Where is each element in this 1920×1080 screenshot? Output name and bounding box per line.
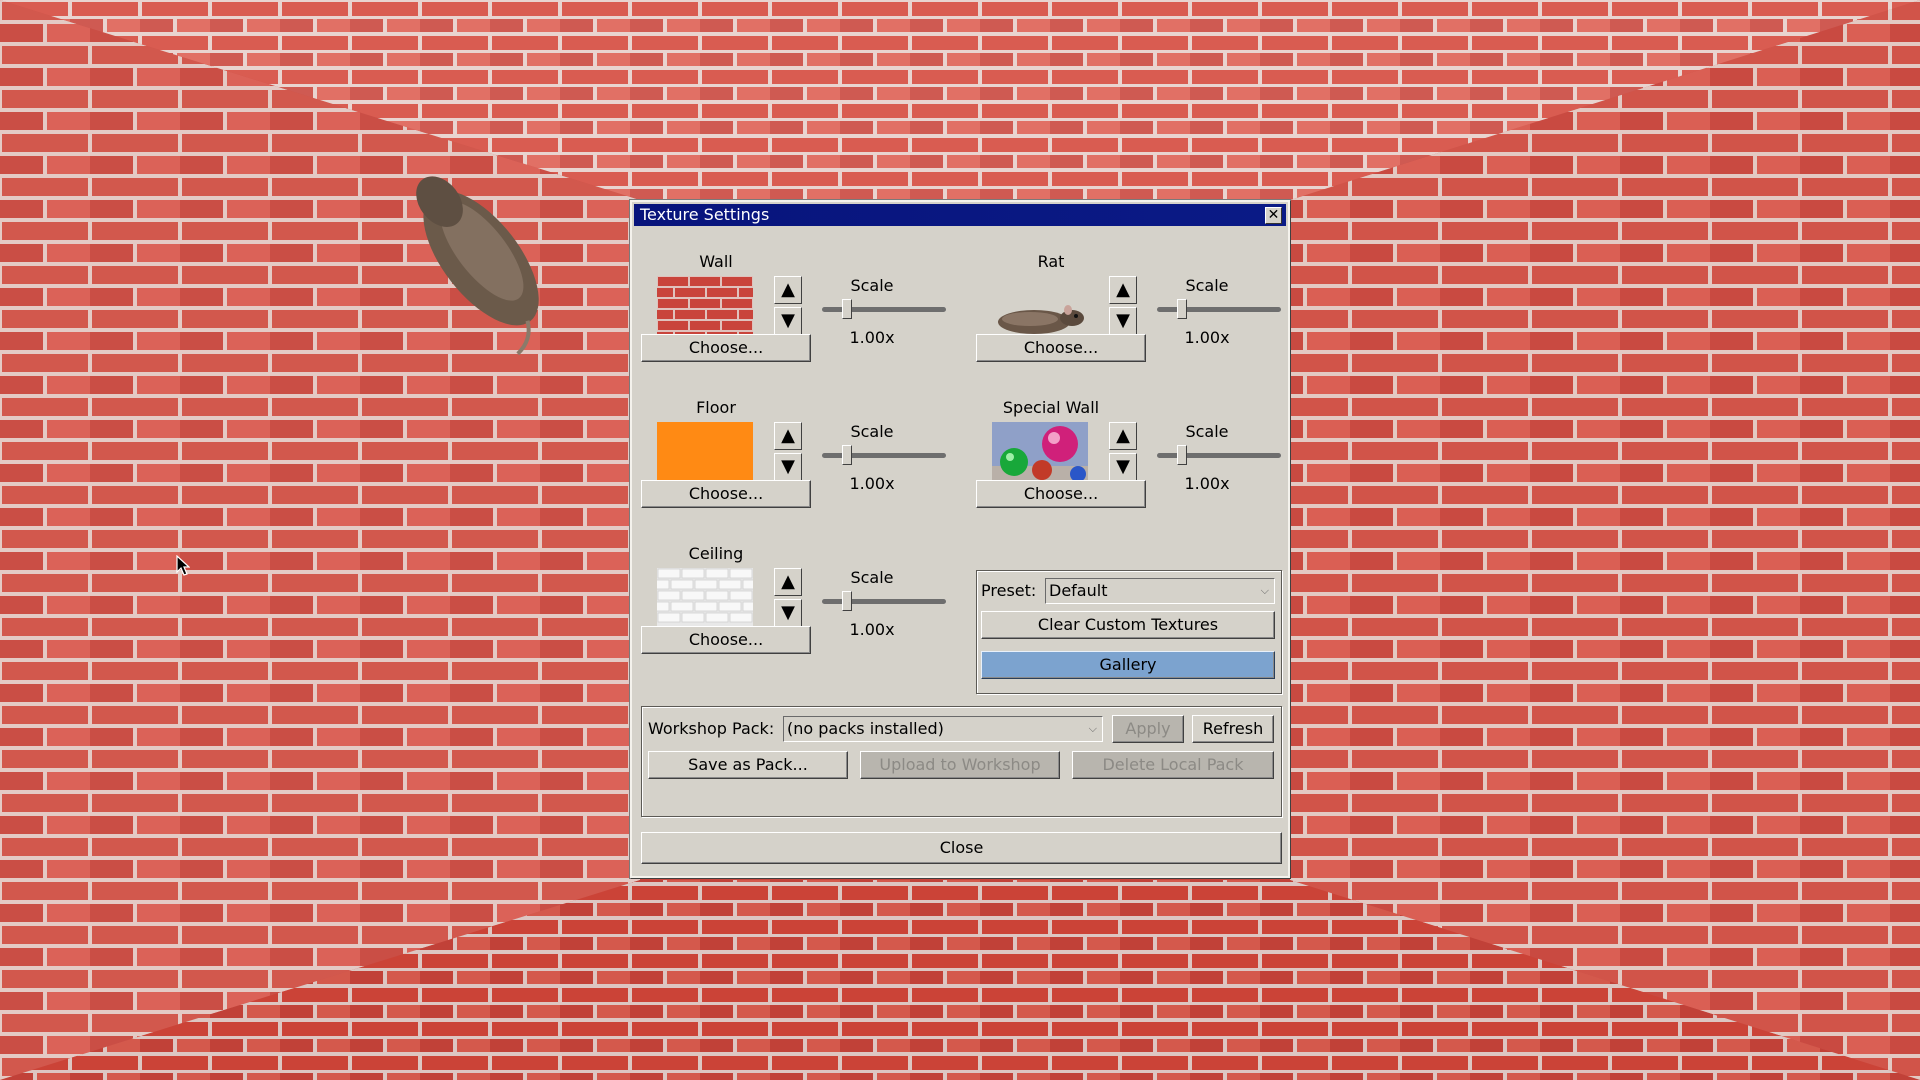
clear-custom-textures-button[interactable]: Clear Custom Textures xyxy=(981,611,1275,639)
dialog-titlebar[interactable]: Texture Settings ✕ xyxy=(634,204,1286,226)
slider-thumb[interactable] xyxy=(842,591,852,611)
wall-texture-preview xyxy=(657,276,753,340)
floor-label: Floor xyxy=(696,398,736,417)
refresh-button[interactable]: Refresh xyxy=(1192,715,1274,743)
rat-label: Rat xyxy=(1037,252,1065,271)
rat-scale-slider[interactable] xyxy=(1157,299,1281,319)
ceiling-choose-button[interactable]: Choose... xyxy=(641,626,811,654)
special-wall-move-down-button[interactable]: ▼ xyxy=(1109,453,1137,481)
wall-move-up-button[interactable]: ▲ xyxy=(774,276,802,304)
floor-scale-value: 1.00x xyxy=(849,474,895,493)
texture-settings-dialog: Texture Settings ✕ Wall ▲ ▼ Scale 1.00x … xyxy=(630,200,1290,878)
ceiling-scale-label: Scale xyxy=(850,568,894,587)
slider-track xyxy=(822,307,946,312)
workshop-group: Workshop Pack: (no packs installed) ⌵ Ap… xyxy=(641,706,1282,817)
rat-move-up-button[interactable]: ▲ xyxy=(1109,276,1137,304)
close-icon[interactable]: ✕ xyxy=(1265,207,1282,224)
wall-label: Wall xyxy=(699,252,733,271)
apply-button[interactable]: Apply xyxy=(1112,715,1184,743)
slider-thumb[interactable] xyxy=(842,445,852,465)
workshop-pack-dropdown[interactable]: (no packs installed) ⌵ xyxy=(783,716,1103,742)
rat-scale-label: Scale xyxy=(1185,276,1229,295)
chevron-down-icon: ⌵ xyxy=(1088,722,1097,735)
delete-local-pack-button[interactable]: Delete Local Pack xyxy=(1072,751,1274,779)
slider-thumb[interactable] xyxy=(1177,299,1187,319)
dialog-title: Texture Settings xyxy=(640,205,770,224)
floor-scale-slider[interactable] xyxy=(822,445,946,465)
preset-label: Preset: xyxy=(981,581,1037,600)
chevron-down-icon: ⌵ xyxy=(1260,584,1269,597)
slider-track xyxy=(1157,307,1281,312)
floor-texture-preview xyxy=(657,422,753,486)
ceiling-texture-preview xyxy=(657,568,753,632)
floor-choose-button[interactable]: Choose... xyxy=(641,480,811,508)
slider-track xyxy=(1157,453,1281,458)
slider-thumb[interactable] xyxy=(842,299,852,319)
special-wall-move-up-button[interactable]: ▲ xyxy=(1109,422,1137,450)
ceiling-move-down-button[interactable]: ▼ xyxy=(774,599,802,627)
special-wall-scale-slider[interactable] xyxy=(1157,445,1281,465)
workshop-pack-label: Workshop Pack: xyxy=(648,719,775,738)
rat-choose-button[interactable]: Choose... xyxy=(976,334,1146,362)
ceiling-scale-value: 1.00x xyxy=(849,620,895,639)
preset-group: Preset: Default ⌵ Clear Custom Textures … xyxy=(976,570,1282,694)
preset-value: Default xyxy=(1049,581,1108,600)
floor-move-up-button[interactable]: ▲ xyxy=(774,422,802,450)
special-wall-label: Special Wall xyxy=(1002,398,1100,417)
preset-dropdown[interactable]: Default ⌵ xyxy=(1045,578,1275,604)
save-as-pack-button[interactable]: Save as Pack... xyxy=(648,751,848,779)
special-wall-choose-button[interactable]: Choose... xyxy=(976,480,1146,508)
special-wall-scale-value: 1.00x xyxy=(1184,474,1230,493)
wall-move-down-button[interactable]: ▼ xyxy=(774,307,802,335)
close-button[interactable]: Close xyxy=(641,832,1282,864)
special-wall-scale-label: Scale xyxy=(1185,422,1229,441)
arrow-cursor-icon xyxy=(176,555,190,576)
floor-move-down-button[interactable]: ▼ xyxy=(774,453,802,481)
ceiling-label: Ceiling xyxy=(688,544,744,563)
rat-move-down-button[interactable]: ▼ xyxy=(1109,307,1137,335)
wall-scale-slider[interactable] xyxy=(822,299,946,319)
slider-track xyxy=(822,599,946,604)
ceiling-scale-slider[interactable] xyxy=(822,591,946,611)
wall-scale-label: Scale xyxy=(850,276,894,295)
special-wall-texture-preview xyxy=(992,422,1088,486)
workshop-pack-value: (no packs installed) xyxy=(787,719,944,738)
floor-scale-label: Scale xyxy=(850,422,894,441)
rat-scale-value: 1.00x xyxy=(1184,328,1230,347)
slider-track xyxy=(822,453,946,458)
gallery-button[interactable]: Gallery xyxy=(981,651,1275,679)
ceiling-move-up-button[interactable]: ▲ xyxy=(774,568,802,596)
wall-choose-button[interactable]: Choose... xyxy=(641,334,811,362)
slider-thumb[interactable] xyxy=(1177,445,1187,465)
upload-to-workshop-button[interactable]: Upload to Workshop xyxy=(860,751,1060,779)
wall-scale-value: 1.00x xyxy=(849,328,895,347)
rat-texture-preview xyxy=(992,276,1088,340)
